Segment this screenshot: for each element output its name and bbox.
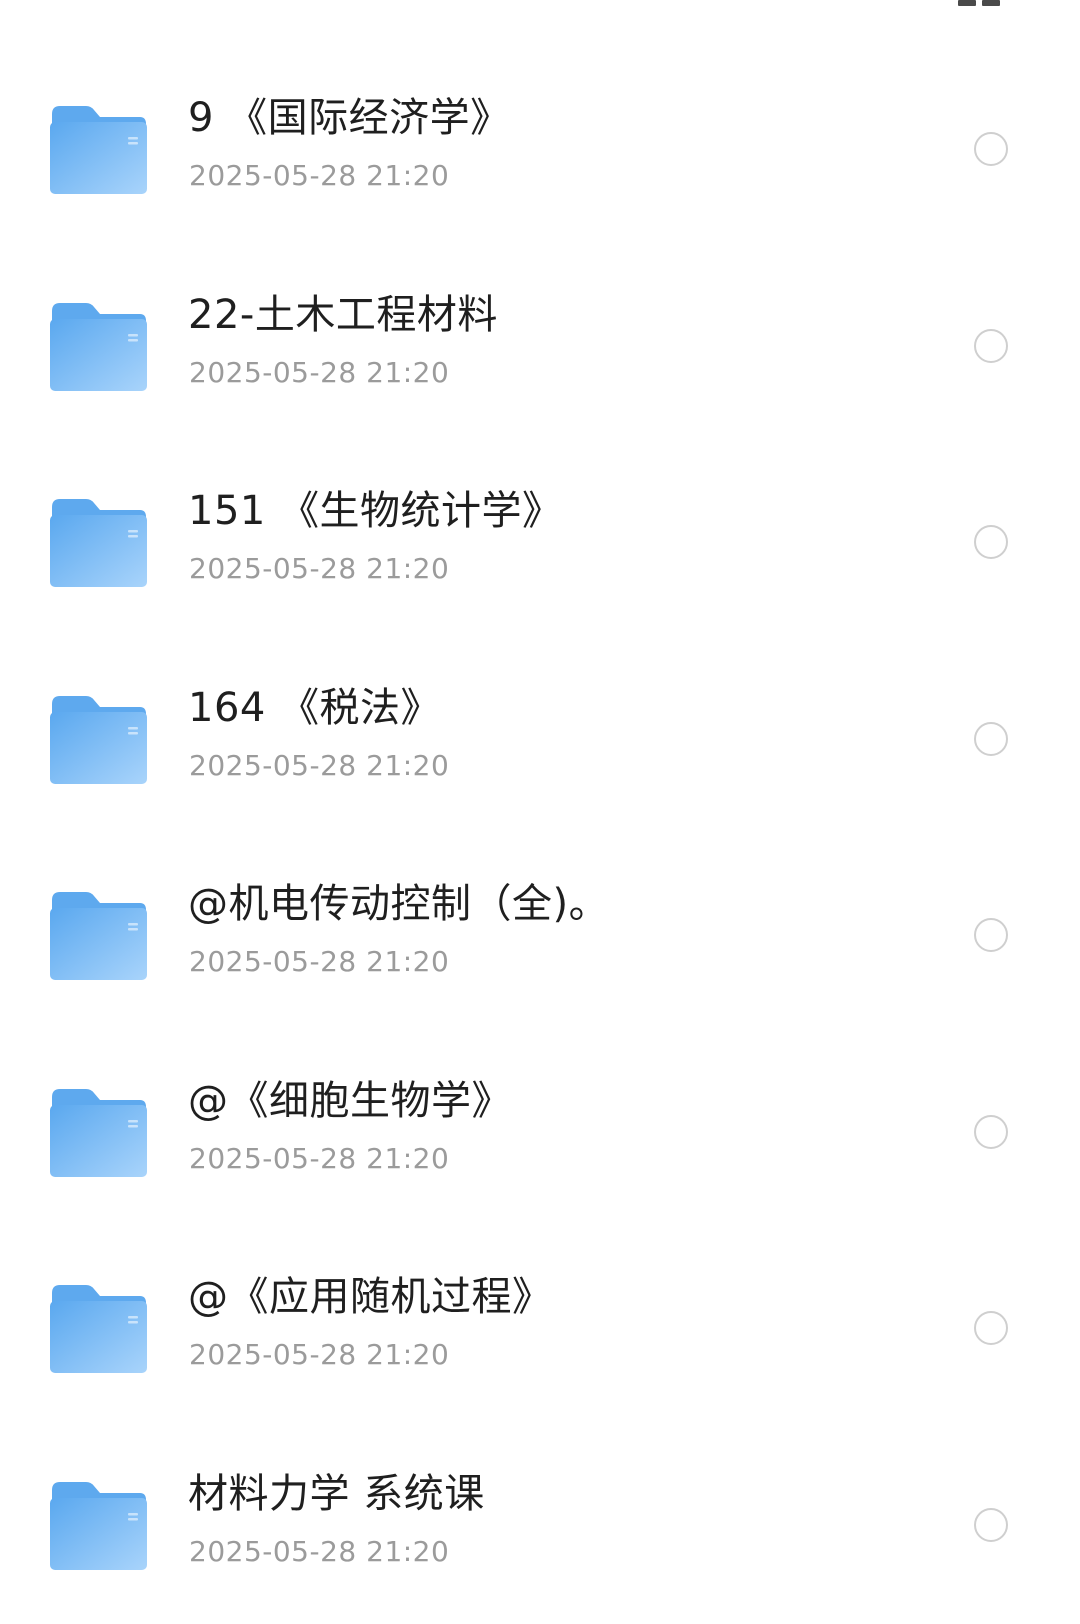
folder-icon-graphic [50,1283,147,1373]
grid-view-icon-cell [958,0,976,6]
file-name: 材料力学 系统课 [188,1466,485,1522]
folder-icon [50,694,147,784]
file-date: 2025-05-28 21:20 [189,549,449,589]
select-checkbox[interactable] [974,1508,1008,1542]
folder-icon [50,1480,147,1570]
file-name: @机电传动控制（全)。 [188,876,609,932]
folder-icon-graphic [50,497,147,587]
folder-icon [50,1283,147,1373]
folder-icon [50,104,147,194]
grid-view-icon[interactable] [958,0,1002,6]
select-checkbox[interactable] [974,525,1008,559]
file-name: @《应用随机过程》 [188,1269,553,1325]
folder-icon-graphic [50,694,147,784]
folder-icon-graphic [50,890,147,980]
top-bar [0,0,1080,20]
file-list: 9 《国际经济学》 2025-05-28 21:20 22-土木工程材料 202… [0,52,1080,1624]
file-row[interactable]: @机电传动控制（全)。 2025-05-28 21:20 [0,838,1080,1035]
select-checkbox[interactable] [974,722,1008,756]
file-name: 151 《生物统计学》 [188,483,563,539]
file-date: 2025-05-28 21:20 [189,353,449,393]
file-date: 2025-05-28 21:20 [189,1139,449,1179]
file-date: 2025-05-28 21:20 [189,1532,449,1572]
select-checkbox[interactable] [974,132,1008,166]
file-name: 9 《国际经济学》 [188,90,511,146]
select-checkbox[interactable] [974,1311,1008,1345]
select-checkbox[interactable] [974,329,1008,363]
folder-icon [50,497,147,587]
folder-icon-graphic [50,104,147,194]
file-row[interactable]: @《应用随机过程》 2025-05-28 21:20 [0,1231,1080,1428]
file-row[interactable]: 164 《税法》 2025-05-28 21:20 [0,642,1080,839]
folder-icon-graphic [50,1087,147,1177]
select-checkbox[interactable] [974,1115,1008,1149]
folder-icon-graphic [50,301,147,391]
folder-icon-graphic [50,1480,147,1570]
file-row[interactable]: 材料力学 系统课 2025-05-28 21:20 [0,1428,1080,1624]
folder-icon [50,890,147,980]
file-date: 2025-05-28 21:20 [189,1335,449,1375]
file-row[interactable]: @《细胞生物学》 2025-05-28 21:20 [0,1035,1080,1232]
file-name: 22-土木工程材料 [188,287,498,343]
file-date: 2025-05-28 21:20 [189,746,449,786]
file-name: 164 《税法》 [188,680,441,736]
file-date: 2025-05-28 21:20 [189,156,449,196]
file-row[interactable]: 22-土木工程材料 2025-05-28 21:20 [0,249,1080,446]
file-date: 2025-05-28 21:20 [189,942,449,982]
file-name: @《细胞生物学》 [188,1073,512,1129]
select-checkbox[interactable] [974,918,1008,952]
grid-view-icon-cell [982,0,1000,6]
folder-icon [50,301,147,391]
folder-icon [50,1087,147,1177]
file-row[interactable]: 9 《国际经济学》 2025-05-28 21:20 [0,52,1080,249]
file-row[interactable]: 151 《生物统计学》 2025-05-28 21:20 [0,445,1080,642]
